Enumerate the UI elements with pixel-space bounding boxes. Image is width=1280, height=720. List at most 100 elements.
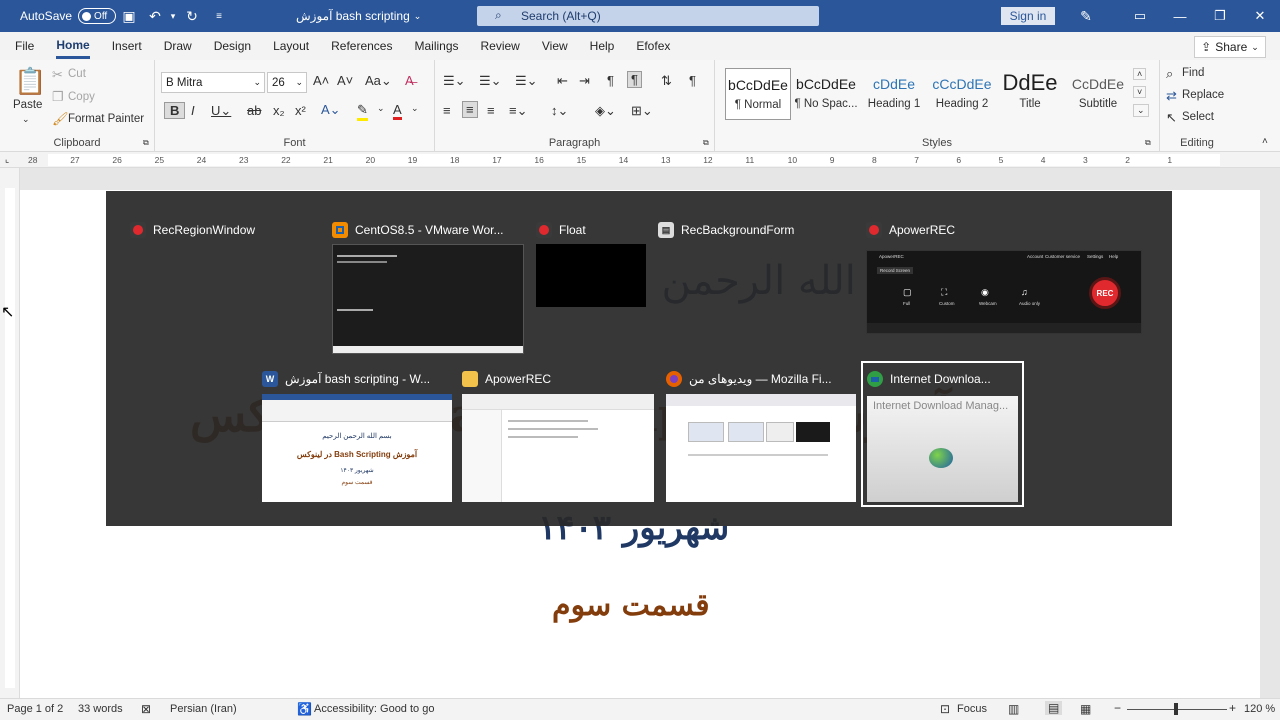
ltr-direction-icon[interactable]: ¶ — [627, 71, 642, 88]
dialog-launcher-icon[interactable]: ⧉ — [143, 138, 149, 148]
clear-formatting-icon[interactable]: A̶ — [405, 73, 414, 88]
format-painter-button[interactable]: Format Painter — [68, 113, 144, 125]
switcher-item-apowerrec-folder[interactable]: ApowerREC — [462, 367, 654, 502]
numbering-icon[interactable]: ☰⌄ — [479, 73, 502, 89]
search-input[interactable]: ⌕ Search (Alt+Q) — [477, 6, 819, 26]
save-icon[interactable]: ▣ — [121, 8, 137, 24]
align-center-icon[interactable]: ≡ — [462, 101, 478, 118]
highlight-icon[interactable]: ✎ — [357, 102, 368, 121]
vertical-ruler[interactable] — [0, 168, 20, 698]
multilevel-list-icon[interactable]: ☰⌄ — [515, 73, 538, 89]
find-button[interactable]: Find — [1182, 67, 1204, 79]
switcher-item-idm[interactable]: Internet Downloa... Internet Download Ma… — [861, 361, 1024, 507]
style-subtitle[interactable]: CcDdEe Subtitle — [1065, 68, 1131, 120]
switcher-item-float[interactable]: Float — [536, 218, 646, 308]
minimize-icon[interactable]: — — [1160, 0, 1200, 32]
shading-icon[interactable]: ◈⌄ — [595, 103, 616, 119]
autosave-toggle[interactable]: Off — [78, 8, 117, 24]
switcher-item-word[interactable]: W آموزش bash scripting - W... بسم الله ال… — [262, 367, 452, 502]
style-heading-1[interactable]: cDdEe Heading 1 — [861, 68, 927, 120]
font-color-icon[interactable]: A — [393, 102, 402, 120]
tab-layout[interactable]: Layout — [273, 35, 309, 57]
grow-font-icon[interactable]: A˄ — [313, 73, 329, 88]
undo-icon[interactable]: ↶ — [147, 8, 163, 24]
designer-icon[interactable]: ✎ — [1078, 8, 1094, 24]
superscript-button[interactable]: x² — [295, 103, 306, 118]
switcher-item-centos-vmware[interactable]: CentOS8.5 - VMware Wor... — [332, 218, 524, 354]
line-spacing-icon[interactable]: ↕⌄ — [551, 103, 568, 119]
borders-icon[interactable]: ⊞⌄ — [631, 103, 653, 119]
proofing-icon[interactable]: ⊠ — [141, 702, 151, 716]
style-title[interactable]: DdEe Title — [997, 68, 1063, 120]
underline-button[interactable]: U⌄ — [211, 103, 231, 119]
autosave-control[interactable]: AutoSave Off — [20, 8, 117, 24]
bold-button[interactable]: B — [164, 102, 186, 119]
tab-view[interactable]: View — [542, 35, 568, 57]
print-layout-icon[interactable]: ▤ — [1045, 701, 1063, 715]
select-button[interactable]: Select — [1182, 111, 1214, 123]
decrease-indent-icon[interactable]: ⇤ — [557, 73, 568, 89]
align-right-icon[interactable]: ≡ — [487, 103, 495, 118]
cut-button[interactable]: Cut — [68, 68, 86, 80]
sign-in-button[interactable]: Sign in — [1001, 7, 1055, 25]
italic-button[interactable]: I — [191, 103, 195, 118]
web-layout-icon[interactable]: ▦ — [1080, 702, 1091, 716]
collapse-ribbon-icon[interactable]: ˄ — [1262, 136, 1268, 147]
styles-scroll-up-icon[interactable]: ˄ — [1133, 68, 1147, 80]
subscript-button[interactable]: x₂ — [273, 103, 285, 118]
tab-review[interactable]: Review — [481, 35, 520, 57]
ribbon-display-icon[interactable]: ▭ — [1120, 0, 1160, 32]
align-left-icon[interactable]: ≡ — [443, 103, 451, 118]
replace-button[interactable]: Replace — [1182, 89, 1224, 101]
redo-icon[interactable]: ↻ — [184, 8, 200, 24]
page-count[interactable]: Page 1 of 2 — [7, 703, 63, 715]
switcher-item-recregionwindow[interactable]: RecRegionWindow — [130, 218, 320, 348]
style-normal[interactable]: bCcDdEe ¶ Normal — [725, 68, 791, 120]
maximize-icon[interactable]: ❐ — [1200, 0, 1240, 32]
shrink-font-icon[interactable]: A˅ — [337, 73, 353, 88]
justify-icon[interactable]: ≡⌄ — [509, 103, 527, 119]
switcher-item-recbackgroundform[interactable]: ▤ RecBackgroundForm — [658, 218, 848, 248]
tab-design[interactable]: Design — [214, 35, 251, 57]
tab-selector-icon[interactable]: ⌞ — [5, 154, 9, 165]
chevron-down-icon[interactable]: ⌄ — [377, 103, 385, 114]
rtl-direction-icon[interactable]: ¶ — [607, 73, 614, 88]
share-button[interactable]: ⇪ Share ⌄ — [1194, 36, 1266, 58]
tab-references[interactable]: References — [331, 35, 392, 57]
tab-file[interactable]: File — [15, 35, 34, 57]
paste-button[interactable]: Paste — [13, 99, 42, 111]
document-title[interactable]: آموزش bash scripting ⌄ — [296, 9, 421, 23]
customize-toolbar-icon[interactable]: ≡ — [211, 8, 227, 24]
style-no-spac[interactable]: bCcDdEe ¶ No Spac... — [793, 68, 859, 120]
dialog-launcher-icon[interactable]: ⧉ — [1145, 138, 1151, 148]
zoom-slider-thumb[interactable] — [1174, 703, 1178, 715]
font-size-input[interactable]: 26 ⌄ — [267, 72, 307, 93]
increase-indent-icon[interactable]: ⇥ — [579, 73, 590, 89]
style-heading-2[interactable]: cCcDdEe Heading 2 — [929, 68, 995, 120]
switcher-item-apowerrec[interactable]: ApowerREC ApowerREC Account Customer ser… — [866, 218, 1142, 334]
tab-draw[interactable]: Draw — [164, 35, 192, 57]
font-name-input[interactable]: B Mitra ⌄ — [161, 72, 265, 93]
tab-mailings[interactable]: Mailings — [414, 35, 458, 57]
chevron-down-icon[interactable]: ⌄ — [411, 103, 419, 114]
tab-help[interactable]: Help — [590, 35, 615, 57]
dialog-launcher-icon[interactable]: ⧉ — [703, 138, 709, 148]
styles-scroll-down-icon[interactable]: ˅ — [1133, 86, 1147, 98]
switcher-item-firefox[interactable]: ویدیوهای من — Mozilla Fi... — [666, 367, 856, 502]
read-mode-icon[interactable]: ▥ — [1008, 702, 1019, 716]
zoom-in-icon[interactable]: + — [1229, 701, 1236, 715]
show-marks-icon[interactable]: ¶ — [689, 73, 696, 88]
word-count[interactable]: 33 words — [78, 703, 123, 715]
undo-dropdown-icon[interactable]: ▾ — [165, 8, 181, 24]
paste-icon[interactable]: 📋 — [14, 66, 46, 97]
chevron-down-icon[interactable]: ⌄ — [22, 114, 30, 125]
horizontal-ruler[interactable]: 28 27 26 25 24 23 22 21 20 19 18 17 16 15 14 13 12 11 10 9 8… — [0, 152, 1280, 168]
styles-more-icon[interactable]: ⌄ — [1133, 104, 1149, 117]
strikethrough-button[interactable]: ab — [247, 103, 261, 118]
bullets-icon[interactable]: ☰⌄ — [443, 73, 466, 89]
text-effects-icon[interactable]: A⌄ — [321, 102, 341, 118]
language-indicator[interactable]: Persian (Iran) — [170, 703, 237, 715]
zoom-out-icon[interactable]: − — [1114, 701, 1121, 715]
copy-button[interactable]: Copy — [68, 91, 95, 103]
tab-home[interactable]: Home — [56, 34, 90, 59]
